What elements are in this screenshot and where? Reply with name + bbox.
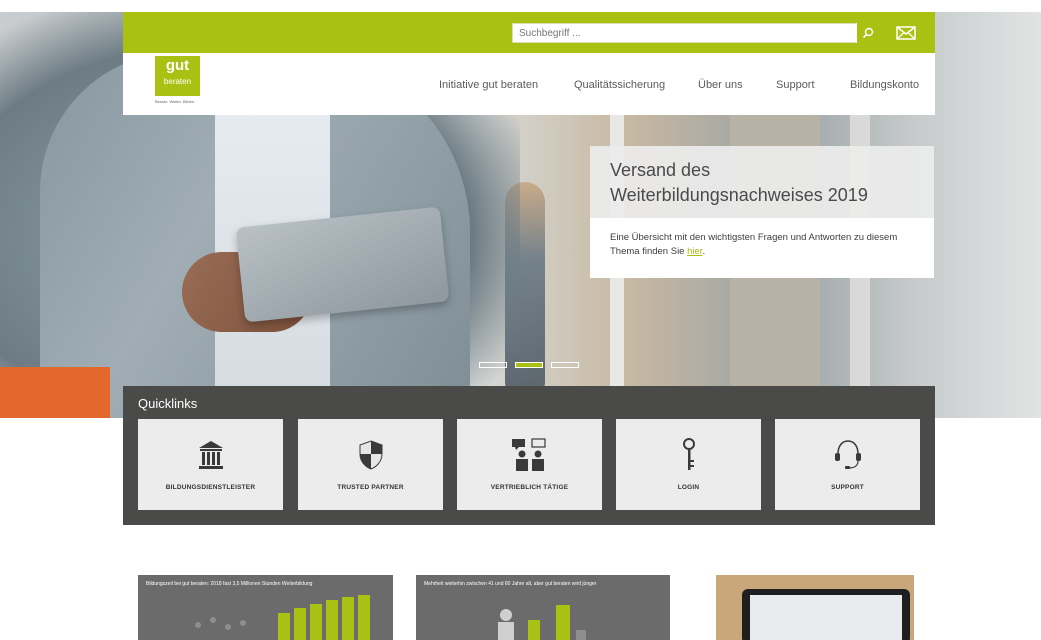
- logo[interactable]: gut beraten Besser. Weiter. Bilden.: [155, 56, 200, 106]
- quicklinks-title: Quicklinks: [138, 396, 198, 411]
- search-input[interactable]: [513, 24, 853, 42]
- logo-text-line1: gut: [165, 57, 190, 74]
- teaser-altersstruktur[interactable]: Mehrheit weiterhin zwischen 41 und 60 Ja…: [416, 575, 670, 640]
- logo-text-line2: beraten: [163, 77, 192, 86]
- quicklink-label: VERTRIEBLICH TÄTIGE: [490, 484, 569, 491]
- quicklink-label: TRUSTED PARTNER: [337, 484, 404, 491]
- slider-dot-3[interactable]: [551, 362, 579, 368]
- hero-title-line2: Weiterbildungsnachweises 2019: [610, 185, 868, 205]
- search-icon: [862, 27, 873, 39]
- page: { "header": { "search_placeholder": "Suc…: [0, 0, 1041, 640]
- quicklink-bildungsdienstleister[interactable]: BILDUNGSDIENSTLEISTER: [138, 419, 283, 510]
- nav-item-ueber-uns[interactable]: Über uns: [698, 79, 743, 91]
- hero-bg-chair: [0, 367, 110, 418]
- teaser-bildungszeit[interactable]: Bildungszeit bei gut beraten: 2018 fast …: [138, 575, 393, 640]
- search-box: [512, 23, 878, 43]
- hero-body-text: Eine Übersicht mit den wichtigsten Frage…: [610, 232, 898, 257]
- mail-icon: [896, 26, 916, 40]
- teaser-chart-graphic: [195, 595, 370, 640]
- logo-tagline: Besser. Weiter. Bilden.: [155, 99, 196, 104]
- hero-card-body: Eine Übersicht mit den wichtigsten Frage…: [590, 218, 934, 278]
- key-icon: [616, 437, 761, 473]
- hero-link[interactable]: hier: [687, 246, 702, 257]
- quicklink-login[interactable]: LOGIN: [616, 419, 761, 510]
- laptop-image: [716, 575, 914, 640]
- nav-item-initiative[interactable]: Initiative gut beraten: [439, 79, 538, 91]
- slider-indicators: [479, 362, 579, 372]
- nav-item-support[interactable]: Support: [776, 79, 815, 91]
- people-chat-icon: [457, 437, 602, 473]
- quicklink-label: SUPPORT: [831, 484, 864, 491]
- quicklink-support[interactable]: SUPPORT: [775, 419, 920, 510]
- quicklink-label: BILDUNGSDIENSTLEISTER: [165, 484, 256, 491]
- headset-icon: [775, 437, 920, 473]
- logo-box: gut beraten: [155, 56, 200, 96]
- teaser-image-laptop[interactable]: [716, 575, 914, 640]
- quicklink-label: LOGIN: [677, 484, 700, 491]
- shield-icon: [298, 437, 443, 473]
- quicklink-vertrieblich-taetige[interactable]: VERTRIEBLICH TÄTIGE: [457, 419, 602, 510]
- slider-dot-2[interactable]: [515, 362, 543, 368]
- search-button[interactable]: [856, 23, 878, 43]
- nav-item-qualitaetssicherung[interactable]: Qualitätssicherung: [574, 79, 665, 91]
- slider-dot-1[interactable]: [479, 362, 507, 368]
- teaser-chart-graphic: [498, 605, 586, 640]
- institution-icon: [138, 437, 283, 473]
- quicklink-trusted-partner[interactable]: TRUSTED PARTNER: [298, 419, 443, 510]
- nav-item-bildungskonto[interactable]: Bildungskonto: [850, 79, 919, 91]
- hero-body-end: .: [702, 246, 706, 257]
- hero-card-title: Versand des Weiterbildungsnachweises 201…: [590, 146, 934, 218]
- contact-button[interactable]: [893, 22, 919, 44]
- hero-title-line1: Versand des: [610, 160, 711, 180]
